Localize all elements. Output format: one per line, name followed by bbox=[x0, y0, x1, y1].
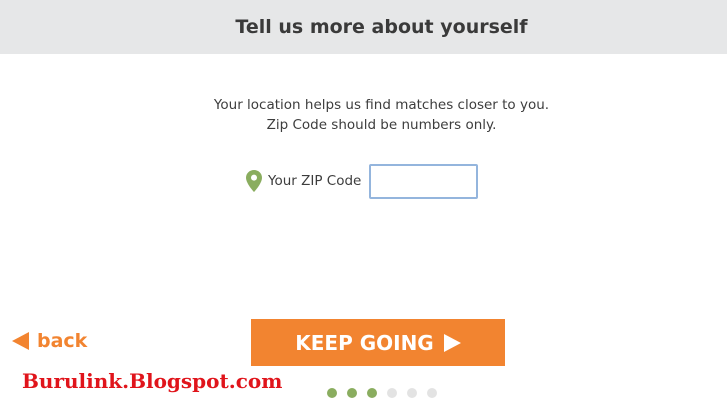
progress-dot bbox=[367, 388, 377, 398]
arrow-right-icon bbox=[443, 333, 461, 352]
zip-code-row: Your ZIP Code bbox=[246, 163, 479, 199]
back-button[interactable]: back bbox=[12, 328, 87, 354]
progress-dot bbox=[387, 388, 397, 398]
progress-dot bbox=[347, 388, 357, 398]
progress-dot bbox=[327, 388, 337, 398]
back-label: back bbox=[37, 330, 88, 352]
arrow-left-icon bbox=[12, 332, 29, 350]
keep-going-label: KEEP GOING bbox=[295, 330, 434, 355]
zip-code-label: Your ZIP Code bbox=[268, 173, 362, 189]
progress-dot bbox=[427, 388, 437, 398]
intro-line-2: Zip Code should be numbers only. bbox=[266, 117, 497, 133]
page-title: Tell us more about yourself bbox=[235, 16, 528, 38]
location-pin-icon bbox=[246, 170, 262, 192]
progress-dots bbox=[327, 388, 447, 398]
watermark-text: Burulink.Blogspot.com bbox=[22, 369, 283, 393]
keep-going-button[interactable]: KEEP GOING bbox=[251, 319, 505, 366]
intro-line-1: Your location helps us find matches clos… bbox=[213, 97, 550, 113]
zip-code-input[interactable] bbox=[369, 163, 479, 199]
page-header: Tell us more about yourself bbox=[0, 0, 727, 54]
progress-dot bbox=[407, 388, 417, 398]
intro-text: Your location helps us find matches clos… bbox=[0, 95, 727, 135]
